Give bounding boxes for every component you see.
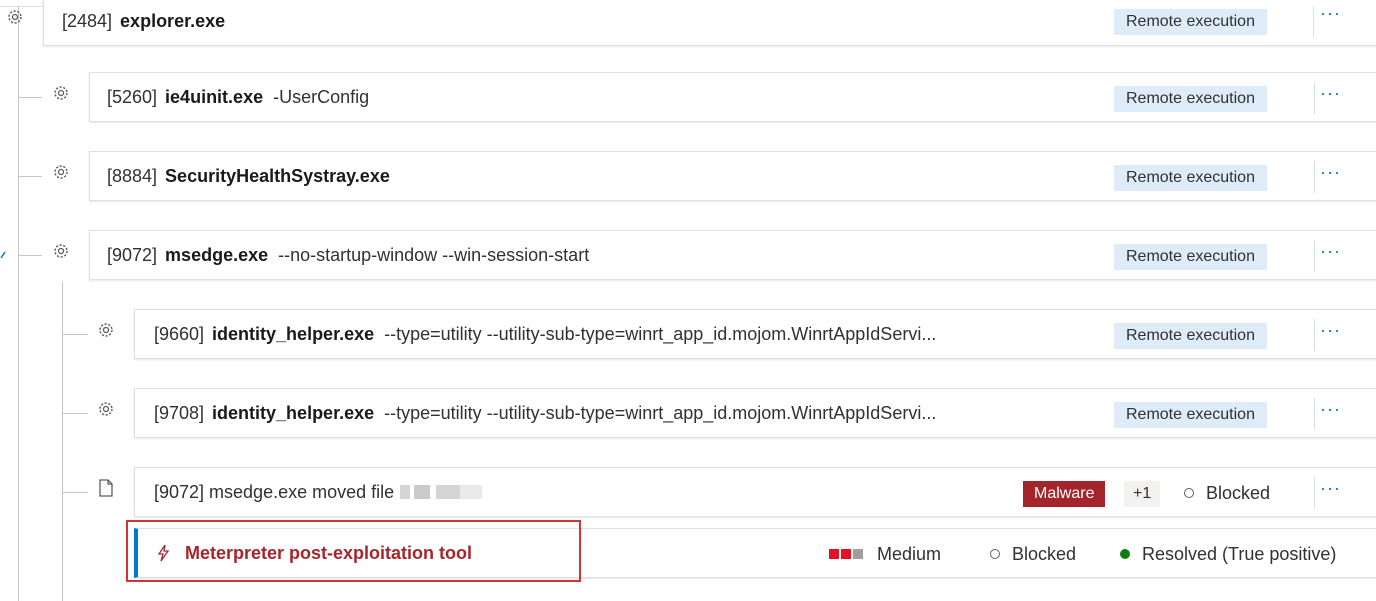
process-name: ie4uinit.exe <box>165 86 264 107</box>
process-label: [9072] msedge.exe --no-startup-window --… <box>107 231 589 279</box>
process-id: [2484] <box>62 10 113 31</box>
more-actions-button[interactable]: ··· <box>1320 3 1341 24</box>
gear-icon <box>54 165 68 179</box>
redacted-filename <box>400 485 483 499</box>
tree-branch <box>18 255 42 256</box>
more-actions-button[interactable]: ··· <box>1320 478 1341 499</box>
process-id: [5260] <box>107 86 158 107</box>
status-circle-icon <box>990 549 1000 559</box>
process-args: --type=utility --utility-sub-type=winrt_… <box>384 402 937 423</box>
more-actions-button[interactable]: ··· <box>1320 241 1341 262</box>
blocked-status: Blocked <box>1184 468 1270 518</box>
gear-icon <box>8 10 22 24</box>
process-card-ie4uinit[interactable]: [5260] ie4uinit.exe -UserConfig Remote e… <box>89 72 1376 122</box>
process-label: [8884] SecurityHealthSystray.exe <box>107 152 400 200</box>
process-args: --no-startup-window --win-session-start <box>278 244 590 265</box>
gear-icon <box>99 323 113 337</box>
alert-blocked-status: Blocked <box>990 529 1076 579</box>
process-name: identity_helper.exe <box>212 323 375 344</box>
file-event-text: [9072] msedge.exe moved file <box>154 481 395 502</box>
remote-execution-badge[interactable]: Remote execution <box>1114 165 1267 191</box>
process-label: [2484] explorer.exe <box>62 0 235 45</box>
severity-bar-icon <box>853 549 863 559</box>
process-name: SecurityHealthSystray.exe <box>165 165 390 186</box>
process-args: --type=utility --utility-sub-type=winrt_… <box>384 323 937 344</box>
process-args: -UserConfig <box>273 86 370 107</box>
highlight-box <box>126 520 581 582</box>
more-actions-button[interactable]: ··· <box>1320 320 1341 341</box>
remote-execution-badge[interactable]: Remote execution <box>1114 402 1267 428</box>
process-card-securityhealthsystray[interactable]: [8884] SecurityHealthSystray.exe Remote … <box>89 151 1376 201</box>
process-id: [9708] <box>154 402 205 423</box>
divider <box>1314 240 1315 272</box>
process-label: [9660] identity_helper.exe --type=utilit… <box>154 310 936 358</box>
process-name: explorer.exe <box>120 10 226 31</box>
process-label: [9708] identity_helper.exe --type=utilit… <box>154 389 936 437</box>
status-text: Blocked <box>1012 543 1077 564</box>
more-actions-button[interactable]: ··· <box>1320 399 1341 420</box>
process-name: identity_helper.exe <box>212 402 375 423</box>
tree-branch <box>62 334 88 335</box>
severity-bar-icon <box>841 549 851 559</box>
tree-branch <box>18 97 42 98</box>
chevron-icon[interactable] <box>0 246 10 264</box>
process-card-identity-helper[interactable]: [9708] identity_helper.exe --type=utilit… <box>134 388 1376 438</box>
divider <box>1314 398 1315 430</box>
file-event-card[interactable]: [9072] msedge.exe moved file Malware +1 … <box>134 467 1376 517</box>
process-id: [9660] <box>154 323 205 344</box>
process-card-msedge[interactable]: [9072] msedge.exe --no-startup-window --… <box>89 230 1376 280</box>
gear-icon <box>99 402 113 416</box>
divider <box>1313 6 1314 38</box>
status-text: Blocked <box>1206 482 1271 503</box>
severity-indicator: Medium <box>829 529 941 579</box>
gear-icon <box>54 86 68 100</box>
resolution-text: Resolved (True positive) <box>1142 543 1337 564</box>
resolution-status: Resolved (True positive) <box>1120 529 1336 579</box>
tree-branch <box>62 413 88 414</box>
remote-execution-badge[interactable]: Remote execution <box>1114 244 1267 270</box>
process-id: [8884] <box>107 165 158 186</box>
status-circle-icon <box>1184 488 1194 498</box>
tree-line <box>62 282 63 601</box>
severity-text: Medium <box>877 543 942 564</box>
process-name: msedge.exe <box>165 244 269 265</box>
more-actions-button[interactable]: ··· <box>1320 83 1341 104</box>
divider <box>1314 82 1315 114</box>
more-tags-count[interactable]: +1 <box>1124 481 1161 507</box>
tree-branch <box>18 176 42 177</box>
process-card-identity-helper[interactable]: [9660] identity_helper.exe --type=utilit… <box>134 309 1376 359</box>
tree-branch <box>62 492 88 493</box>
severity-bar-icon <box>829 549 839 559</box>
divider <box>1314 161 1315 193</box>
process-id: [9072] <box>107 244 158 265</box>
gear-icon <box>54 244 68 258</box>
resolved-dot-icon <box>1120 549 1130 559</box>
remote-execution-badge[interactable]: Remote execution <box>1114 86 1267 112</box>
divider <box>1314 319 1315 351</box>
remote-execution-badge[interactable]: Remote execution <box>1114 323 1267 349</box>
process-card-explorer[interactable]: [2484] explorer.exe Remote execution ··· <box>43 0 1376 46</box>
file-icon <box>99 479 113 497</box>
file-event-label: [9072] msedge.exe moved file <box>154 468 483 516</box>
more-actions-button[interactable]: ··· <box>1320 162 1341 183</box>
process-label: [5260] ie4uinit.exe -UserConfig <box>107 73 369 121</box>
divider <box>1314 477 1315 509</box>
tree-line <box>18 6 19 601</box>
remote-execution-badge[interactable]: Remote execution <box>1114 9 1267 35</box>
malware-tag[interactable]: Malware <box>1023 481 1106 507</box>
